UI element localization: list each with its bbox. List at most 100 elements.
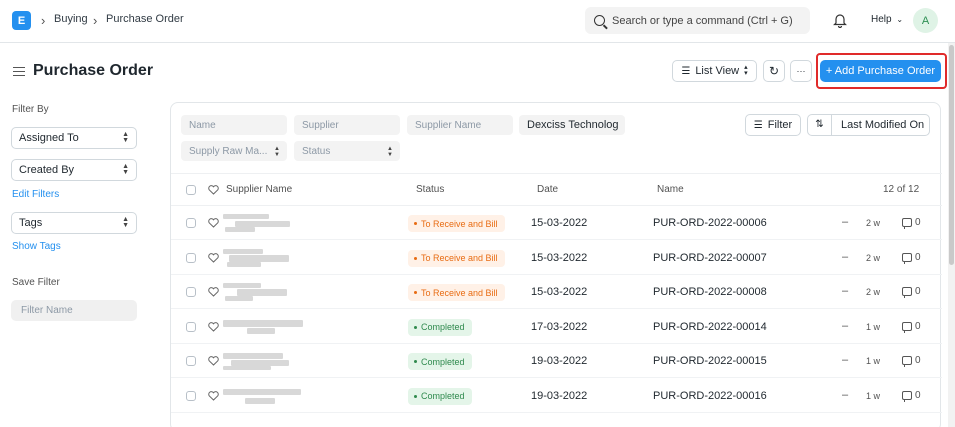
date-cell: 15-03-2022	[531, 251, 588, 264]
select-all-checkbox[interactable]	[186, 185, 196, 195]
name-cell[interactable]: PUR-ORD-2022-00007	[653, 252, 767, 264]
help-label: Help	[871, 14, 892, 25]
supply-raw-materials-select[interactable]: Supply Raw Ma... ▲ ▼	[181, 141, 287, 161]
status-badge[interactable]: To Receive and Bill	[408, 284, 505, 301]
row-checkbox[interactable]	[186, 252, 196, 263]
sidebar-toggle-icon[interactable]	[13, 67, 25, 76]
comment-icon[interactable]	[902, 218, 912, 229]
supplier-filter-input[interactable]: Supplier	[294, 115, 400, 135]
user-avatar[interactable]: A	[913, 8, 938, 33]
created-by-select[interactable]: Created By ▲ ▼	[11, 159, 137, 181]
supplier-name-filter-input[interactable]: Supplier Name	[407, 115, 513, 135]
company-filter-input[interactable]: Dexciss Technolog	[519, 115, 625, 135]
table-row[interactable]: Completed 19-03-2022 PUR-ORD-2022-00016 …	[171, 379, 942, 413]
date-cell: 19-03-2022	[531, 389, 588, 402]
heart-icon[interactable]	[208, 321, 219, 332]
status-badge[interactable]: To Receive and Bill	[408, 249, 505, 267]
row-checkbox[interactable]	[186, 287, 196, 297]
filter-name-input[interactable]: Filter Name	[11, 300, 137, 321]
page-scrollbar[interactable]	[948, 43, 955, 427]
sort-selector[interactable]: ⇅ Last Modified On	[807, 114, 930, 136]
list-icon: ☰	[681, 65, 691, 77]
date-header: Date	[537, 184, 559, 195]
status-text: To Receive and Bill	[421, 253, 498, 263]
page-title: Purchase Order	[33, 62, 154, 79]
scrollbar-thumb[interactable]	[949, 45, 954, 265]
name-cell[interactable]: PUR-ORD-2022-00006	[653, 217, 767, 229]
list-view-label: List View	[695, 65, 740, 77]
select-caret-icon: ▲ ▼	[122, 163, 129, 176]
heart-icon[interactable]	[208, 287, 219, 297]
more-actions-button[interactable]: ···	[790, 60, 812, 82]
heart-icon[interactable]	[208, 185, 219, 195]
breadcrumb-purchase-order[interactable]: Purchase Order	[106, 13, 184, 25]
modified-age: 2 w	[866, 252, 881, 263]
supplier-name-redacted	[223, 283, 303, 301]
row-checkbox[interactable]	[186, 218, 196, 228]
status-filter-select[interactable]: Status ▲ ▼	[294, 141, 400, 161]
table-row[interactable]: To Receive and Bill 15-03-2022 PUR-ORD-2…	[171, 275, 942, 309]
help-dropdown[interactable]: Help ⌄	[871, 14, 903, 25]
assigned-dash: –	[842, 250, 849, 263]
row-checkbox[interactable]	[186, 390, 196, 401]
chevron-right-icon: ›	[41, 13, 46, 28]
select-caret-icon: ▲ ▼	[122, 216, 129, 229]
assigned-to-select[interactable]: Assigned To ▲ ▼	[11, 127, 137, 149]
name-cell[interactable]: PUR-ORD-2022-00016	[653, 390, 767, 402]
comment-count: 0	[915, 286, 921, 297]
name-cell[interactable]: PUR-ORD-2022-00014	[653, 321, 767, 333]
status-badge[interactable]: Completed	[408, 353, 472, 370]
table-row[interactable]: Completed 17-03-2022 PUR-ORD-2022-00014 …	[171, 310, 942, 344]
list-header: Supplier Name Status Date Name 12 of 12	[171, 173, 942, 206]
supplier-name-header: Supplier Name	[226, 184, 293, 195]
page-head: Purchase Order ☰ List View ▴ ▾ ↻ ··· + Ad…	[0, 43, 955, 99]
list-view-button[interactable]: ☰ List View ▴ ▾	[672, 60, 757, 82]
app-logo[interactable]: E	[12, 11, 31, 30]
comment-icon[interactable]	[902, 252, 912, 264]
breadcrumb-buying[interactable]: Buying	[54, 13, 88, 25]
name-cell[interactable]: PUR-ORD-2022-00015	[653, 355, 767, 367]
status-text: Completed	[421, 391, 465, 401]
heart-icon[interactable]	[208, 356, 219, 366]
comment-icon[interactable]	[902, 390, 912, 402]
search-placeholder: Search or type a command (Ctrl + G)	[612, 14, 793, 27]
edit-filters-link[interactable]: Edit Filters	[12, 189, 59, 200]
table-row[interactable]: Completed 19-03-2022 PUR-ORD-2022-00015 …	[171, 344, 942, 378]
comment-icon[interactable]	[902, 287, 912, 298]
tags-select[interactable]: Tags ▲ ▼	[11, 212, 137, 234]
table-row[interactable]: To Receive and Bill 15-03-2022 PUR-ORD-2…	[171, 206, 942, 240]
sort-order-icon[interactable]: ⇅	[808, 115, 832, 135]
awesomebar-search[interactable]: Search or type a command (Ctrl + G)	[585, 7, 810, 34]
status-badge[interactable]: To Receive and Bill	[408, 215, 505, 232]
name-cell[interactable]: PUR-ORD-2022-00008	[653, 286, 767, 298]
status-dot-icon	[414, 256, 417, 260]
supplier-name-redacted	[223, 248, 303, 267]
created-by-label: Created By	[19, 164, 75, 176]
status-badge[interactable]: Completed	[408, 318, 472, 336]
status-header: Status	[416, 184, 445, 195]
status-dot-icon	[414, 394, 417, 398]
show-tags-link[interactable]: Show Tags	[12, 241, 61, 252]
name-filter-input[interactable]: Name	[181, 115, 287, 135]
table-row[interactable]: To Receive and Bill 15-03-2022 PUR-ORD-2…	[171, 241, 942, 275]
row-checkbox[interactable]	[186, 321, 196, 332]
save-filter-label: Save Filter	[12, 277, 60, 288]
heart-icon[interactable]	[208, 252, 219, 263]
status-text: To Receive and Bill	[421, 287, 498, 298]
bell-icon[interactable]	[833, 12, 847, 28]
select-caret-icon: ▲ ▼	[387, 146, 393, 158]
comment-icon[interactable]	[902, 321, 912, 333]
chevron-right-icon: ›	[93, 13, 98, 28]
row-checkbox[interactable]	[186, 356, 196, 366]
list-count: 12 of 12	[883, 184, 920, 195]
status-badge[interactable]: Completed	[408, 387, 472, 405]
filter-button[interactable]: ☰ Filter	[745, 114, 801, 136]
tags-label: Tags	[19, 217, 43, 229]
heart-icon[interactable]	[208, 390, 219, 401]
heart-icon[interactable]	[208, 218, 219, 228]
supplier-name-redacted	[223, 352, 303, 370]
status-label: Status	[302, 145, 331, 157]
date-cell: 17-03-2022	[531, 320, 588, 333]
reload-button[interactable]: ↻	[763, 60, 785, 82]
comment-icon[interactable]	[902, 356, 912, 367]
